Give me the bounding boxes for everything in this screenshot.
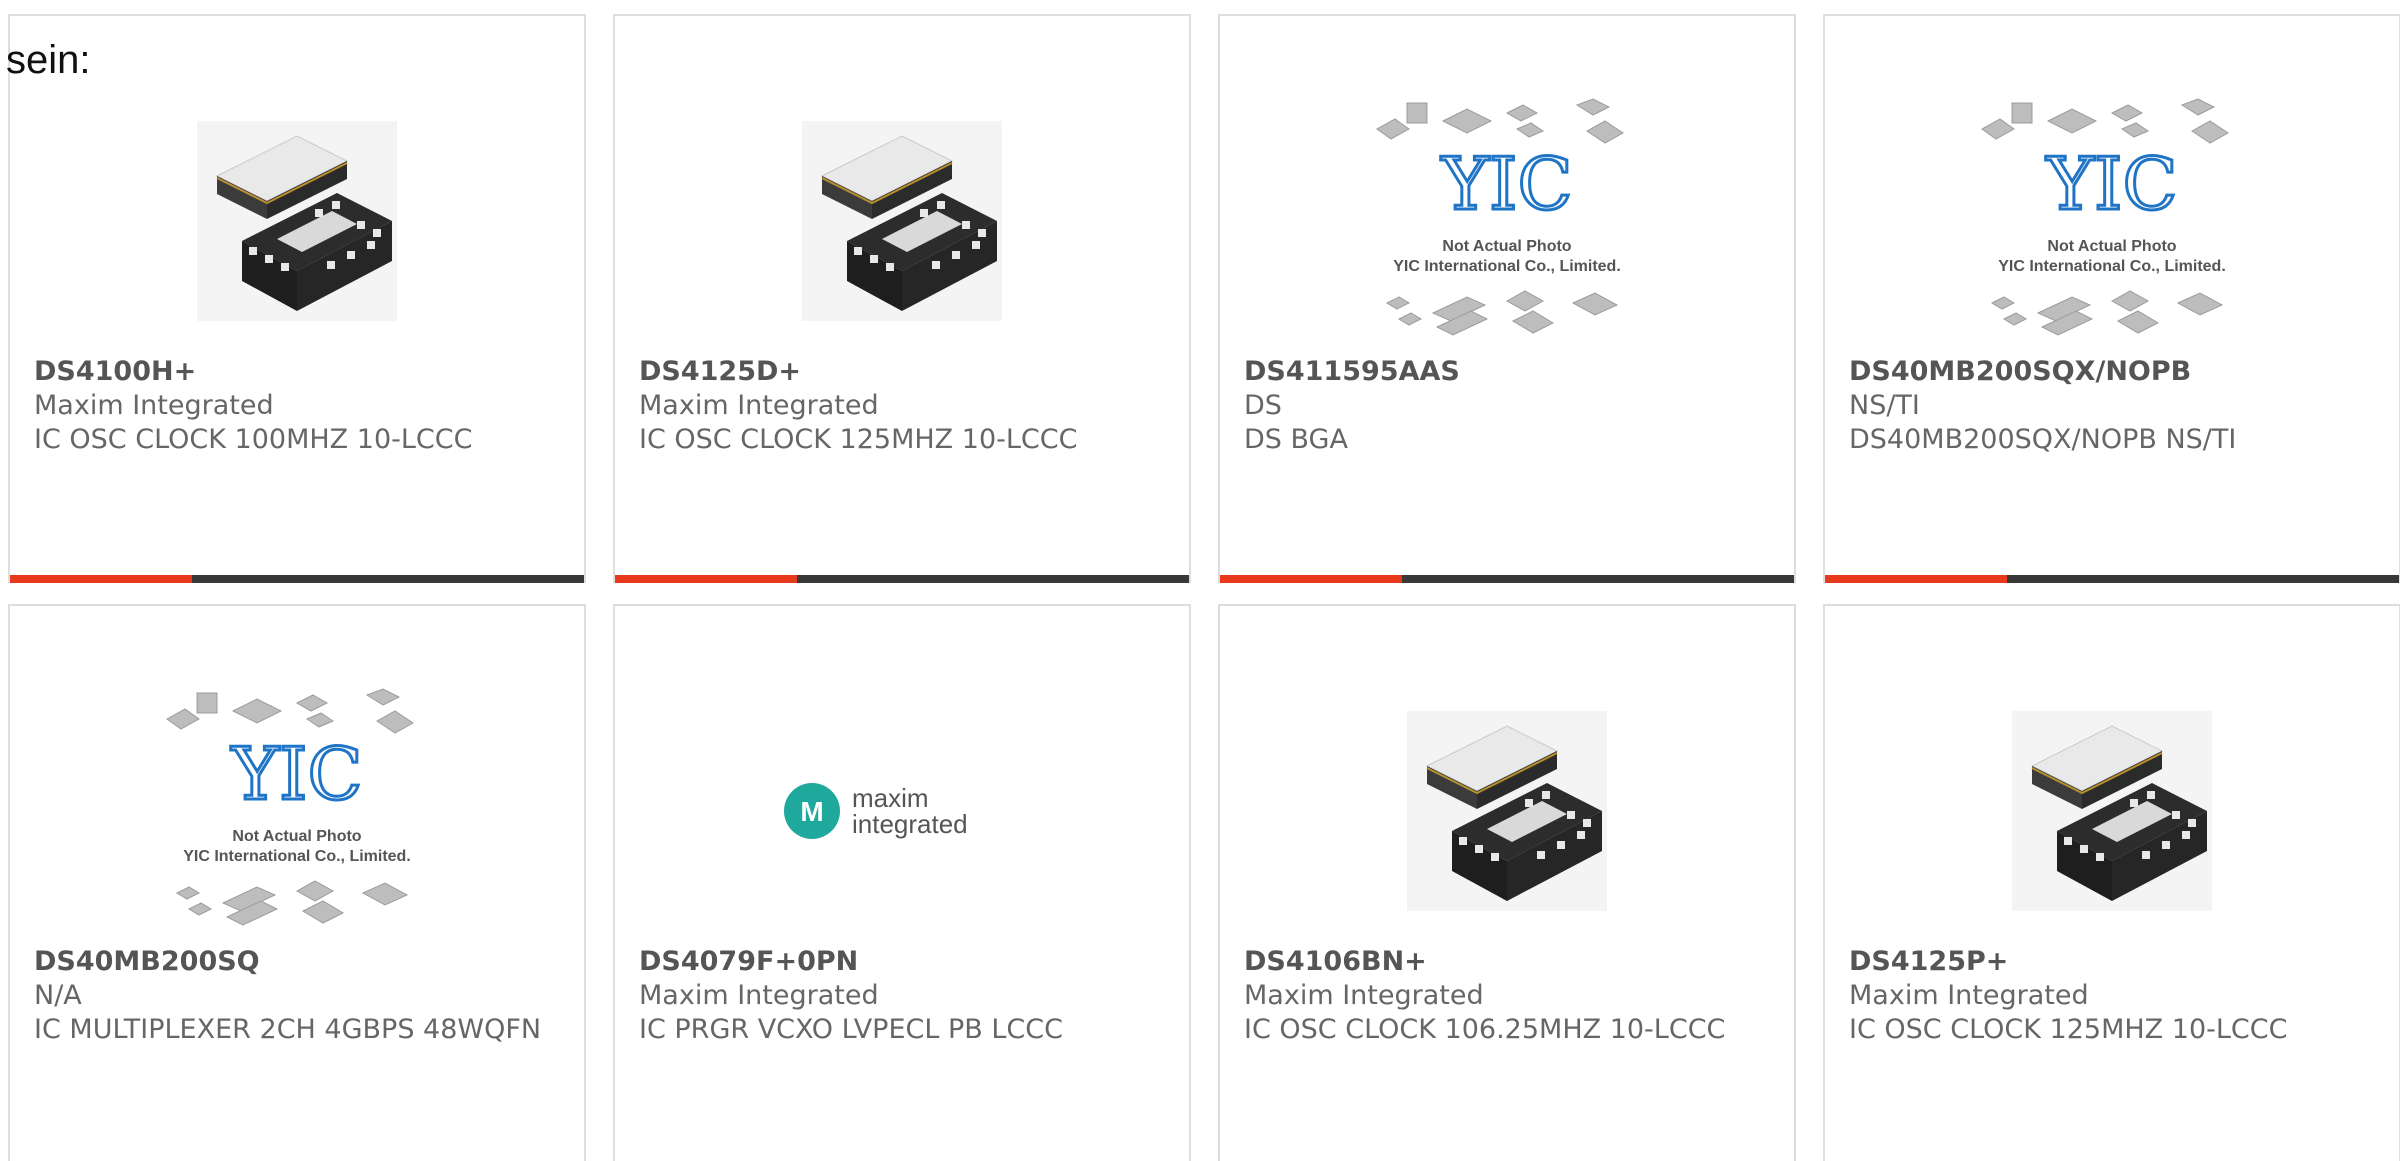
product-description: IC OSC CLOCK 125MHZ 10-LCCC <box>639 424 1078 455</box>
part-number-link[interactable]: DS4125P+ <box>1849 945 2375 979</box>
product-card[interactable]: YIC Not Actual Photo YIC International C… <box>1218 14 1796 583</box>
product-description: DS BGA <box>1244 424 1348 455</box>
product-info: DS4079F+0PN Maxim Integrated IC PRGR VCXO … <box>639 945 1165 1047</box>
product-info: DS4125P+ Maxim Integrated IC OSC CLOCK 125… <box>1849 945 2375 1047</box>
manufacturer: Maxim Integrated <box>1244 980 1484 1011</box>
svg-text:YIC International Co., Limited: YIC International Co., Limited. <box>183 848 411 865</box>
card-bottom-bar-accent <box>1220 575 1402 583</box>
product-thumbnail[interactable] <box>615 71 1189 371</box>
product-card[interactable]: M maxim integrated DS4079F+0PN Maxim Inte… <box>613 604 1191 1161</box>
svg-text:YIC: YIC <box>230 732 362 816</box>
product-card[interactable]: YIC Not Actual Photo YIC International C… <box>8 604 586 1161</box>
svg-text:YIC: YIC <box>1440 142 1572 226</box>
product-info: DS4100H+ Maxim Integrated IC OSC CLOCK 100… <box>34 355 560 457</box>
manufacturer: DS <box>1244 390 1282 421</box>
part-number-link[interactable]: DS40MB200SQX/NOPB <box>1849 355 2375 389</box>
product-card[interactable]: DS4100H+ Maxim Integrated IC OSC CLOCK 100… <box>8 14 586 583</box>
chip-image <box>2012 711 2212 911</box>
svg-text:Not Actual Photo: Not Actual Photo <box>232 828 361 845</box>
maxim-logo-image: M maxim integrated <box>784 783 968 839</box>
product-grid: DS4100H+ Maxim Integrated IC OSC CLOCK 100… <box>8 14 2400 1161</box>
part-number-link[interactable]: DS4079F+0PN <box>639 945 1165 979</box>
svg-text:Not Actual Photo: Not Actual Photo <box>1442 238 1571 255</box>
product-listing-page: sein: DS4100H+ Maxim Integrated IC OSC CLO… <box>0 0 2400 1161</box>
product-thumbnail[interactable] <box>1825 661 2399 961</box>
card-bottom-bar <box>1220 575 1794 583</box>
chip-image <box>1407 711 1607 911</box>
product-card[interactable]: DS4125P+ Maxim Integrated IC OSC CLOCK 125… <box>1823 604 2400 1161</box>
product-thumbnail[interactable] <box>1220 661 1794 961</box>
card-bottom-bar <box>1825 575 2399 583</box>
chip-image <box>802 121 1002 321</box>
product-description: IC OSC CLOCK 100MHZ 10-LCCC <box>34 424 473 455</box>
product-thumbnail[interactable]: YIC Not Actual Photo YIC International C… <box>1825 71 2399 371</box>
product-card[interactable]: DS4125D+ Maxim Integrated IC OSC CLOCK 125… <box>613 14 1191 583</box>
product-card[interactable]: YIC Not Actual Photo YIC International C… <box>1823 14 2400 583</box>
svg-text:integrated: integrated <box>852 809 968 839</box>
svg-text:M: M <box>800 796 823 827</box>
part-number-link[interactable]: DS411595AAS <box>1244 355 1770 389</box>
product-thumbnail[interactable]: YIC Not Actual Photo YIC International C… <box>1220 71 1794 371</box>
product-info: DS40MB200SQ N/A IC MULTIPLEXER 2CH 4GBPS 4… <box>34 945 560 1047</box>
yic-placeholder-image: YIC Not Actual Photo YIC International C… <box>1376 98 1624 336</box>
manufacturer: Maxim Integrated <box>639 390 879 421</box>
manufacturer: Maxim Integrated <box>34 390 274 421</box>
product-info: DS4125D+ Maxim Integrated IC OSC CLOCK 125… <box>639 355 1165 457</box>
manufacturer: Maxim Integrated <box>1849 980 2089 1011</box>
product-thumbnail[interactable]: M maxim integrated <box>615 661 1189 961</box>
product-info: DS40MB200SQX/NOPB NS/TI DS40MB200SQX/NOPB … <box>1849 355 2375 457</box>
product-card[interactable]: DS4106BN+ Maxim Integrated IC OSC CLOCK 10… <box>1218 604 1796 1161</box>
svg-text:YIC International Co., Limited: YIC International Co., Limited. <box>1393 258 1621 275</box>
card-bottom-bar <box>615 575 1189 583</box>
product-description: IC OSC CLOCK 106.25MHZ 10-LCCC <box>1244 1014 1726 1045</box>
svg-text:YIC: YIC <box>2045 142 2177 226</box>
product-thumbnail[interactable] <box>10 71 584 371</box>
product-description: IC MULTIPLEXER 2CH 4GBPS 48WQFN <box>34 1014 542 1045</box>
product-info: DS4106BN+ Maxim Integrated IC OSC CLOCK 10… <box>1244 945 1770 1047</box>
manufacturer: N/A <box>34 980 82 1011</box>
chip-image <box>197 121 397 321</box>
part-number-link[interactable]: DS4100H+ <box>34 355 560 389</box>
card-bottom-bar-accent <box>10 575 192 583</box>
product-description: IC OSC CLOCK 125MHZ 10-LCCC <box>1849 1014 2288 1045</box>
manufacturer: NS/TI <box>1849 390 1920 421</box>
product-description: IC PRGR VCXO LVPECL PB LCCC <box>639 1014 1063 1045</box>
product-thumbnail[interactable]: YIC Not Actual Photo YIC International C… <box>10 661 584 961</box>
svg-text:Not Actual Photo: Not Actual Photo <box>2047 238 2176 255</box>
product-info: DS411595AAS DS DS BGA <box>1244 355 1770 457</box>
yic-placeholder-image: YIC Not Actual Photo YIC International C… <box>1981 98 2229 336</box>
svg-text:YIC International Co., Limited: YIC International Co., Limited. <box>1998 258 2226 275</box>
card-bottom-bar-accent <box>615 575 797 583</box>
intro-text: sein: <box>6 38 91 82</box>
part-number-link[interactable]: DS4125D+ <box>639 355 1165 389</box>
card-bottom-bar <box>10 575 584 583</box>
manufacturer: Maxim Integrated <box>639 980 879 1011</box>
part-number-link[interactable]: DS40MB200SQ <box>34 945 560 979</box>
yic-placeholder-image: YIC Not Actual Photo YIC International C… <box>166 688 414 926</box>
part-number-link[interactable]: DS4106BN+ <box>1244 945 1770 979</box>
product-description: DS40MB200SQX/NOPB NS/TI <box>1849 424 2237 455</box>
card-bottom-bar-accent <box>1825 575 2007 583</box>
